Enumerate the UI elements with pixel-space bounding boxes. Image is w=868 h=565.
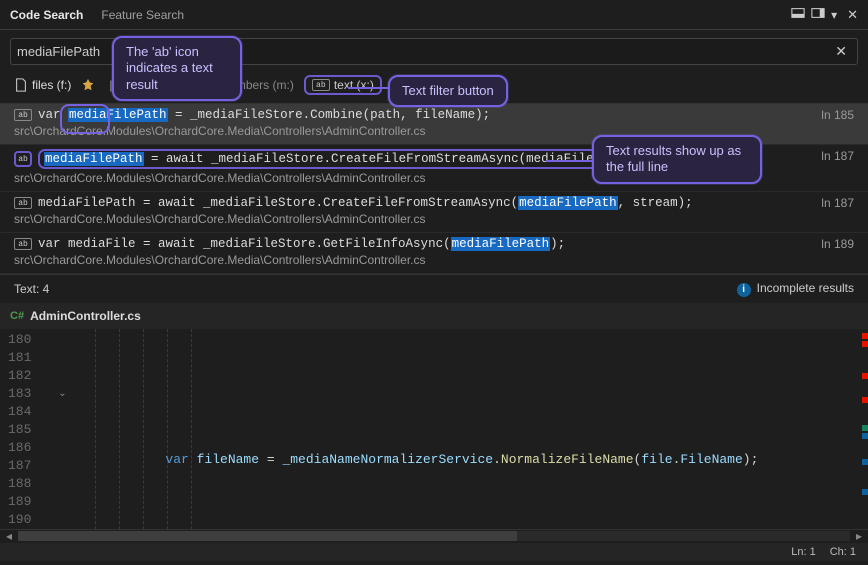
annotation-connector xyxy=(546,160,592,162)
ab-icon: ab xyxy=(14,151,32,167)
results-status: Text: 4 iIncomplete results xyxy=(0,274,868,303)
status-line: Ln: 1 xyxy=(791,546,815,558)
annotation-connector xyxy=(348,87,388,89)
ab-icon: ab xyxy=(14,197,32,209)
status-bar: Ln: 1 Ch: 1 xyxy=(0,543,868,561)
csharp-badge-icon: C# xyxy=(10,310,24,322)
results-list: ab var mediaFilePath = _mediaFileStore.C… xyxy=(0,103,868,274)
result-path: src\OrchardCore.Modules\OrchardCore.Medi… xyxy=(14,253,854,267)
clear-search-icon[interactable]: ✕ xyxy=(831,43,851,60)
scrollbar-thumb[interactable] xyxy=(18,531,517,541)
dock-side-icon[interactable] xyxy=(811,6,825,23)
scroll-left-icon[interactable]: ◂ xyxy=(6,529,12,543)
ab-icon: ab xyxy=(14,238,32,250)
result-path: src\OrchardCore.Modules\OrchardCore.Medi… xyxy=(14,212,854,226)
scroll-right-icon[interactable]: ▸ xyxy=(856,529,862,543)
result-line-number: ln 185 xyxy=(821,108,854,122)
tab-code-search[interactable]: Code Search xyxy=(10,8,83,22)
incomplete-results: iIncomplete results xyxy=(737,281,854,297)
code-area[interactable]: var fileName = _mediaNameNormalizerServi… xyxy=(75,329,868,529)
horizontal-scrollbar[interactable]: ◂ ▸ xyxy=(0,529,868,543)
result-code: var mediaFilePath = _mediaFileStore.Comb… xyxy=(38,108,490,122)
dock-icon[interactable] xyxy=(791,6,805,23)
result-item[interactable]: ab var mediaFile = await _mediaFileStore… xyxy=(0,233,868,274)
text-count: Text: 4 xyxy=(14,282,49,296)
result-item[interactable]: ab mediaFilePath = await _mediaFileStore… xyxy=(0,192,868,233)
dropdown-icon[interactable]: ▾ xyxy=(831,8,837,22)
filter-files[interactable]: files (f:) xyxy=(14,78,71,92)
editor-file-header: C# AdminController.cs xyxy=(0,303,868,329)
info-icon: i xyxy=(737,283,751,297)
result-line-number: ln 189 xyxy=(821,237,854,251)
line-gutter: 180 181 182 183 184 185 186 187 188 189 … xyxy=(0,329,49,529)
annotation-text-filter: Text filter button xyxy=(388,75,508,107)
result-line-number: ln 187 xyxy=(821,149,854,163)
ab-icon: ab xyxy=(14,109,32,121)
close-icon[interactable]: ✕ xyxy=(847,7,858,23)
chevron-down-icon[interactable]: ⌄ xyxy=(58,388,66,400)
tab-feature-search[interactable]: Feature Search xyxy=(101,8,184,22)
result-code: var mediaFile = await _mediaFileStore.Ge… xyxy=(38,237,565,251)
filter-text[interactable]: ab text (x:) xyxy=(304,75,382,95)
result-line-number: ln 187 xyxy=(821,196,854,210)
annotation-full-line: Text results show up as the full line xyxy=(592,135,762,184)
fold-column[interactable]: ⌄ xyxy=(49,329,75,529)
filter-pin-icon[interactable] xyxy=(81,78,95,92)
result-code: mediaFilePath = await _mediaFileStore.Cr… xyxy=(38,196,693,210)
status-col: Ch: 1 xyxy=(830,546,856,558)
code-editor[interactable]: 180 181 182 183 184 185 186 187 188 189 … xyxy=(0,329,868,529)
annotation-ab-icon: The 'ab' icon indicates a text result xyxy=(112,36,242,101)
overview-ruler[interactable] xyxy=(860,329,868,529)
title-bar: Code Search Feature Search ▾ ✕ xyxy=(0,0,868,30)
file-name: AdminController.cs xyxy=(30,309,141,323)
ab-icon: ab xyxy=(312,79,330,91)
